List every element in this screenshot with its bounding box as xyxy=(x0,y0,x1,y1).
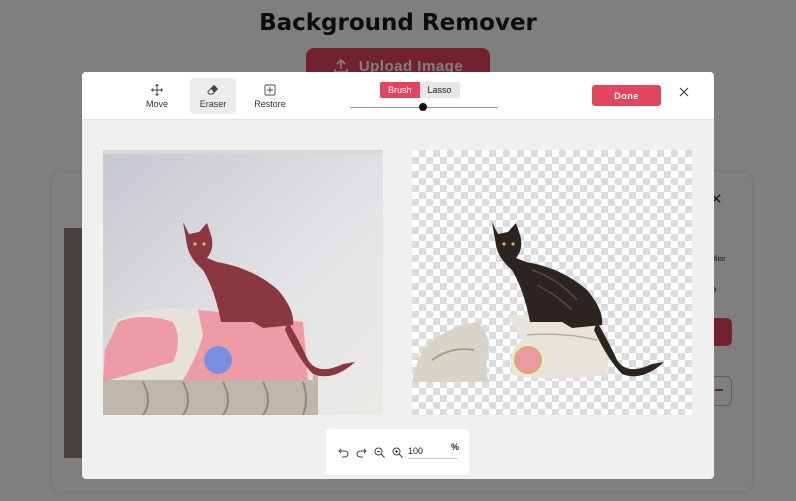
restore-tool-button[interactable]: Restore xyxy=(247,78,293,114)
restore-tool-label: Restore xyxy=(254,98,286,109)
done-button[interactable]: Done xyxy=(592,85,661,106)
editor-toolbar: Move Eraser Restore Brush Lasso Done xyxy=(82,72,714,120)
zoom-unit-label: % xyxy=(451,442,460,452)
result-image-canvas[interactable] xyxy=(412,150,692,415)
brush-size-slider-handle[interactable] xyxy=(419,103,427,111)
undo-icon xyxy=(338,448,349,458)
modal-close-button[interactable] xyxy=(678,85,696,103)
zoom-in-button[interactable] xyxy=(392,445,405,458)
close-icon xyxy=(679,87,689,97)
zoom-out-button[interactable] xyxy=(374,445,387,458)
eraser-icon xyxy=(207,84,219,94)
selection-mode-toggle: Brush Lasso xyxy=(380,82,460,98)
original-image-canvas[interactable] xyxy=(103,150,383,415)
zoom-out-icon xyxy=(374,447,385,458)
zoom-in-icon xyxy=(392,447,403,458)
zoom-controls: % xyxy=(326,429,469,475)
background-editor-modal: Move Eraser Restore Brush Lasso Done 100… xyxy=(82,72,714,479)
eraser-tool-label: Eraser xyxy=(199,98,227,109)
move-tool-button[interactable]: Move xyxy=(134,78,180,114)
restore-icon xyxy=(264,84,276,95)
eraser-tool-button[interactable]: Eraser xyxy=(190,78,236,114)
undo-button[interactable] xyxy=(338,445,351,458)
lasso-mode-button[interactable]: Lasso xyxy=(419,82,460,98)
brush-mode-button[interactable]: Brush xyxy=(380,82,420,98)
redo-button[interactable] xyxy=(356,445,369,458)
move-icon xyxy=(151,83,163,96)
redo-icon xyxy=(356,448,367,458)
move-tool-label: Move xyxy=(145,98,168,109)
